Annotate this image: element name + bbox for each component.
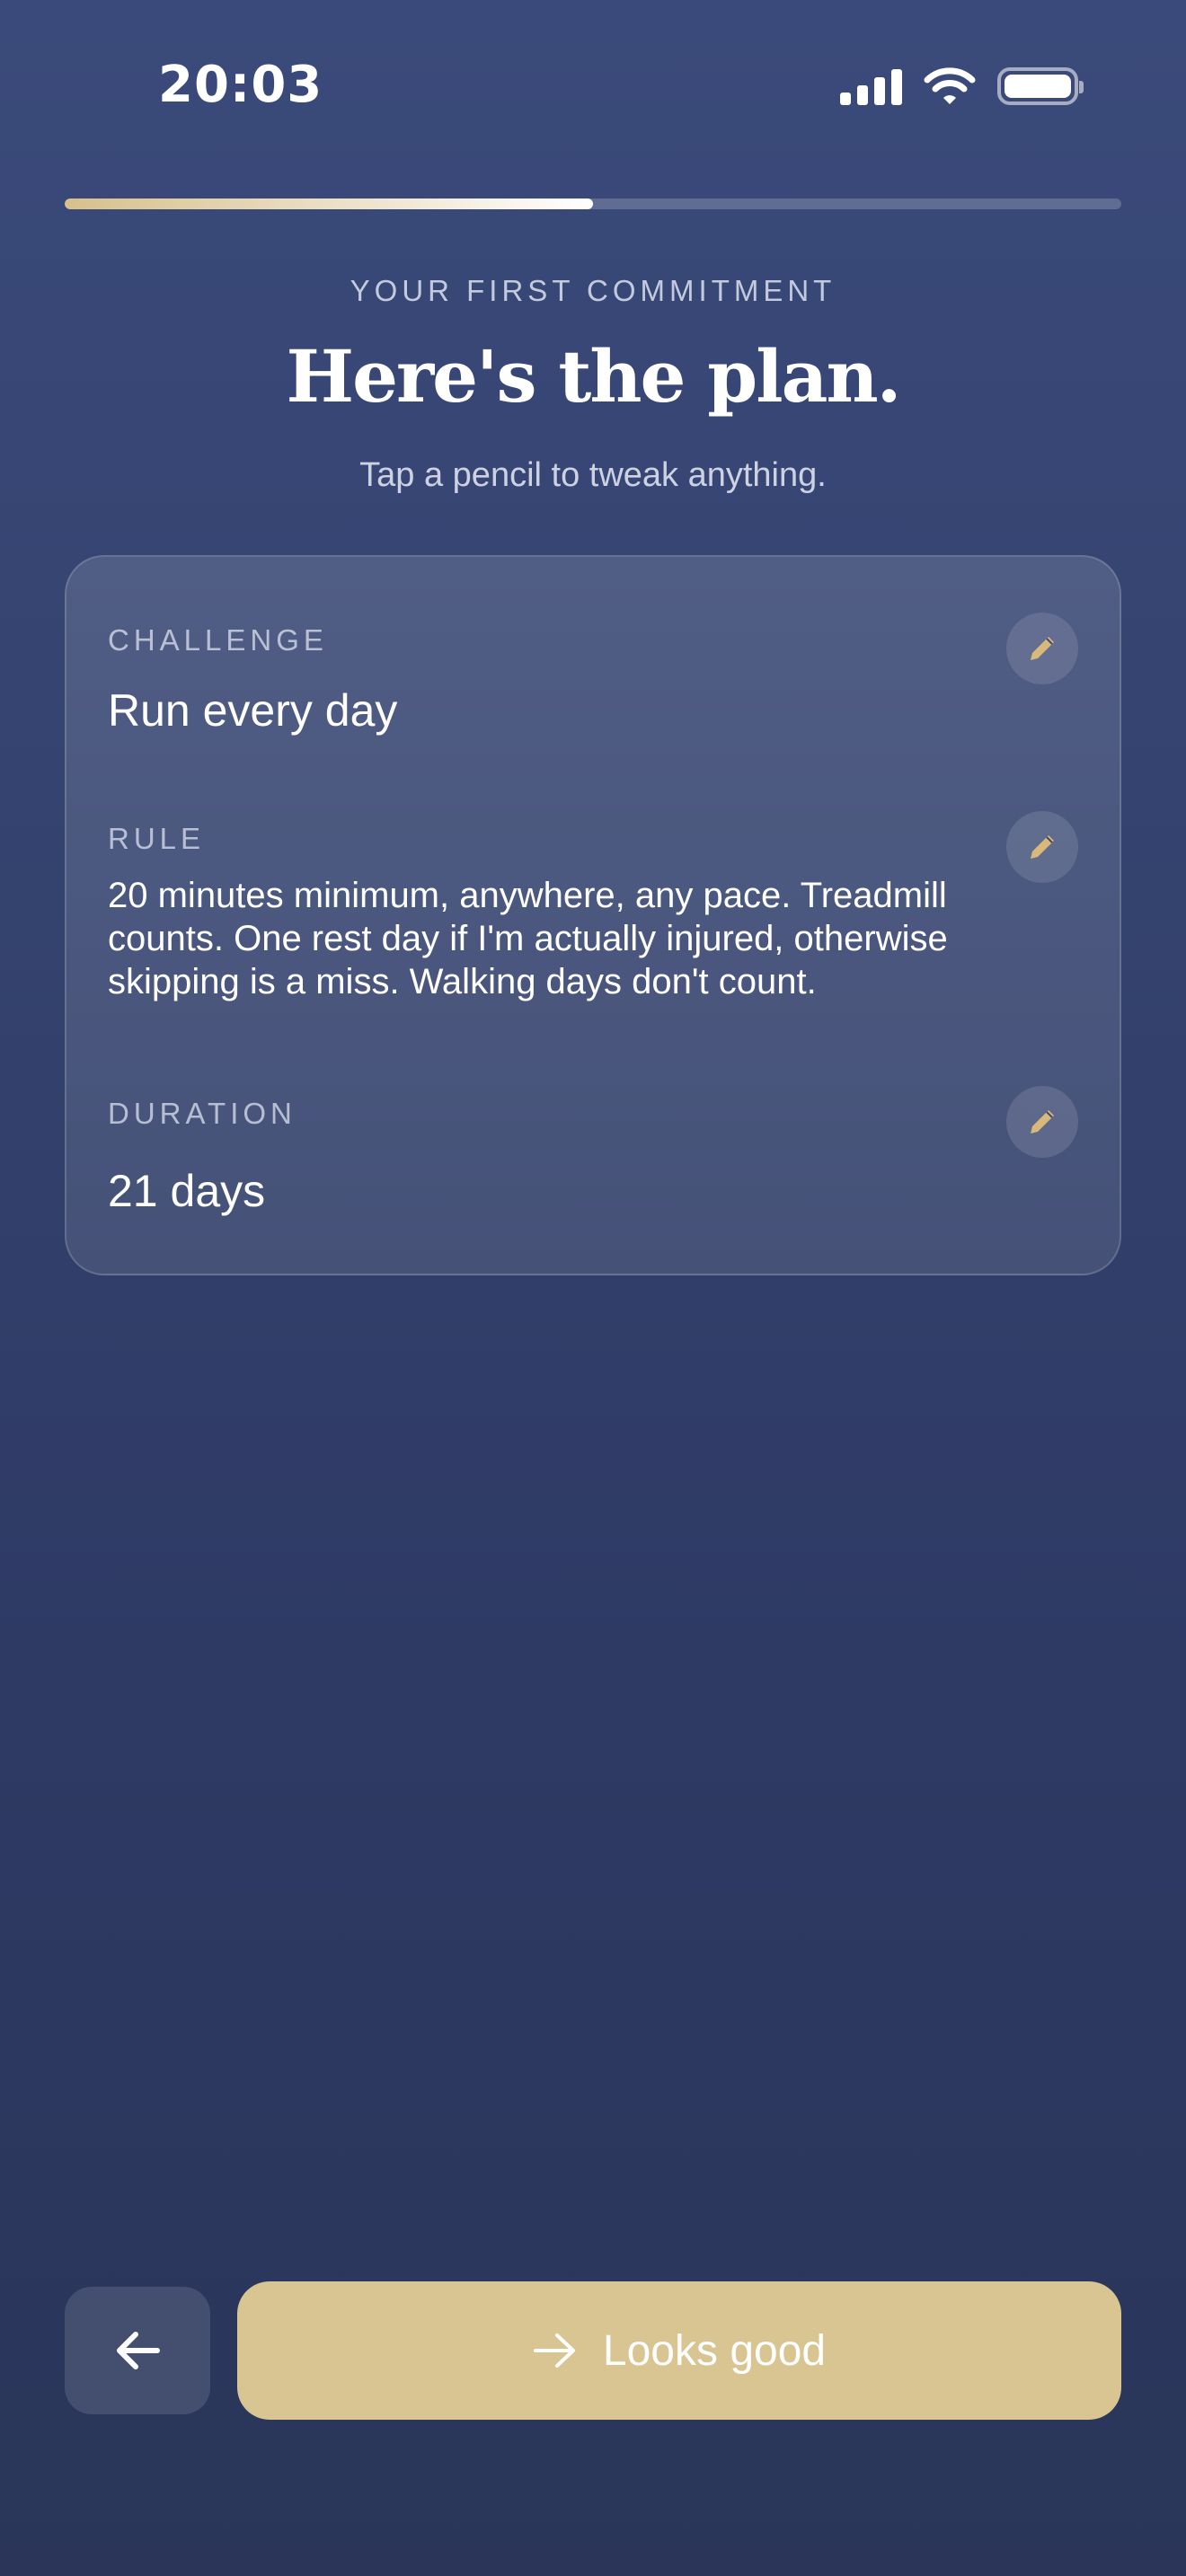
status-bar: 20:03	[0, 0, 1186, 171]
status-icons	[840, 66, 1084, 106]
onboarding-progress-bar	[65, 198, 1121, 209]
duration-label: DURATION	[108, 1097, 296, 1130]
plan-card: CHALLENGE Run every day RULE 20 minutes …	[65, 555, 1121, 1275]
wifi-icon	[924, 67, 976, 104]
progress-fill	[65, 198, 593, 209]
challenge-label: CHALLENGE	[108, 623, 328, 657]
rule-value: 20 minutes minimum, anywhere, any pace. …	[108, 876, 948, 1001]
pencil-icon	[1031, 835, 1054, 859]
cellular-signal-icon	[840, 67, 902, 105]
looks-good-button[interactable]: Looks good	[237, 2281, 1121, 2420]
page-title: Here's the plan.	[286, 334, 902, 419]
edit-challenge-button[interactable]	[1006, 613, 1078, 684]
page-subtitle: Tap a pencil to tweak anything.	[359, 456, 827, 494]
status-time: 20:03	[158, 56, 323, 114]
pencil-icon	[1031, 637, 1054, 660]
arrow-right-icon	[533, 2333, 575, 2368]
eyebrow-label: YOUR FIRST COMMITMENT	[350, 274, 836, 307]
challenge-field: CHALLENGE Run every day	[108, 613, 1078, 736]
pencil-icon	[1031, 1110, 1054, 1134]
rule-label: RULE	[108, 822, 206, 855]
edit-rule-button[interactable]	[1006, 811, 1078, 883]
battery-icon	[997, 67, 1084, 105]
challenge-value: Run every day	[108, 685, 398, 736]
looks-good-label: Looks good	[602, 2326, 827, 2375]
rule-field: RULE 20 minutes minimum, anywhere, any p…	[108, 811, 1078, 1036]
arrow-left-icon	[117, 2332, 160, 2369]
edit-duration-button[interactable]	[1006, 1086, 1078, 1158]
back-button[interactable]	[65, 2287, 210, 2414]
duration-value: 21 days	[108, 1166, 266, 1216]
duration-field: DURATION 21 days	[108, 1086, 1078, 1216]
